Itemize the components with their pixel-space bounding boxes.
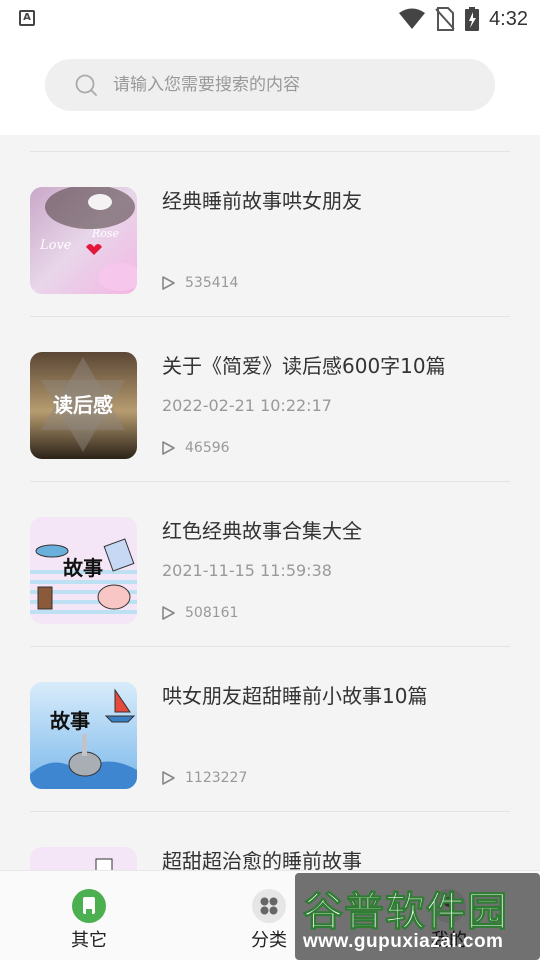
story-title: 哄女朋友超甜睡前小故事10篇 — [162, 684, 428, 708]
story-thumbnail: Love Rose — [30, 187, 137, 294]
grid-icon — [252, 889, 286, 923]
thumbnail-text: 读后感 — [53, 393, 113, 417]
story-title: 红色经典故事合集大全 — [162, 519, 362, 543]
thumbnail-text: 故事 — [63, 556, 103, 580]
story-title: 经典睡前故事哄女朋友 — [162, 189, 362, 213]
clock: 4:32 — [489, 7, 528, 30]
story-title: 关于《简爱》读后感600字10篇 — [162, 354, 446, 378]
story-date: 2021-11-15 11:59:38 — [162, 561, 332, 580]
tab-other[interactable]: 其它 — [54, 889, 124, 951]
list-item[interactable]: 故事 红色经典故事合集大全 2021-11-15 11:59:38 508161 — [30, 481, 510, 646]
tab-category[interactable]: 分类 — [234, 889, 304, 951]
svg-text:Rose: Rose — [91, 227, 120, 240]
play-count-value: 46596 — [185, 440, 230, 456]
play-count: 1123227 — [160, 767, 247, 789]
play-icon — [162, 441, 175, 455]
story-thumbnail: 故事 — [30, 517, 137, 624]
thumbnail-text: 故事 — [50, 709, 90, 733]
watermark-url: www.gupuxiazai.com — [303, 931, 504, 952]
tab-label: 其它 — [71, 930, 107, 951]
tab-label: 分类 — [251, 930, 287, 951]
play-icon — [162, 606, 175, 620]
list-item[interactable]: 读后感 关于《简爱》读后感600字10篇 2022-02-21 10:22:17… — [30, 316, 510, 481]
search-input[interactable] — [113, 59, 473, 111]
no-sim-icon — [435, 7, 455, 31]
play-icon — [162, 276, 175, 290]
story-date: 2022-02-21 10:22:17 — [162, 396, 332, 415]
notification-a-icon: A — [19, 10, 35, 26]
story-thumbnail: 故事 — [30, 682, 137, 789]
story-title: 超甜超治愈的睡前故事 — [162, 849, 362, 870]
play-count: 508161 — [160, 602, 238, 624]
play-count-value: 535414 — [185, 275, 239, 291]
list-item[interactable]: 故事 哄女朋友超甜睡前小故事10篇 1123227 — [30, 646, 510, 811]
battery-charging-icon — [465, 7, 480, 31]
story-thumbnail: 读后感 — [30, 352, 137, 459]
play-count-value: 1123227 — [185, 770, 248, 786]
svg-text:Love: Love — [39, 238, 72, 253]
search-bar[interactable] — [45, 59, 495, 111]
play-count: 46596 — [160, 437, 230, 459]
story-thumbnail — [30, 847, 137, 870]
wifi-icon — [399, 8, 426, 29]
list-item[interactable]: 超甜超治愈的睡前故事 — [30, 811, 510, 870]
book-icon — [72, 889, 106, 923]
search-icon — [75, 74, 97, 96]
list-item[interactable]: Love Rose 经典睡前故事哄女朋友 535414 — [30, 151, 510, 316]
watermark: 谷普软件园 www.gupuxiazai.com — [295, 873, 540, 960]
status-bar: A 4:32 — [0, 0, 540, 38]
watermark-title: 谷普软件园 — [303, 889, 508, 936]
header — [0, 38, 540, 135]
play-icon — [162, 771, 175, 785]
play-count: 535414 — [160, 272, 238, 294]
status-icons: 4:32 — [399, 4, 528, 34]
play-count-value: 508161 — [185, 605, 239, 621]
story-list[interactable]: Love Rose 经典睡前故事哄女朋友 535414 读后感 关于《简爱》读后… — [0, 135, 540, 870]
